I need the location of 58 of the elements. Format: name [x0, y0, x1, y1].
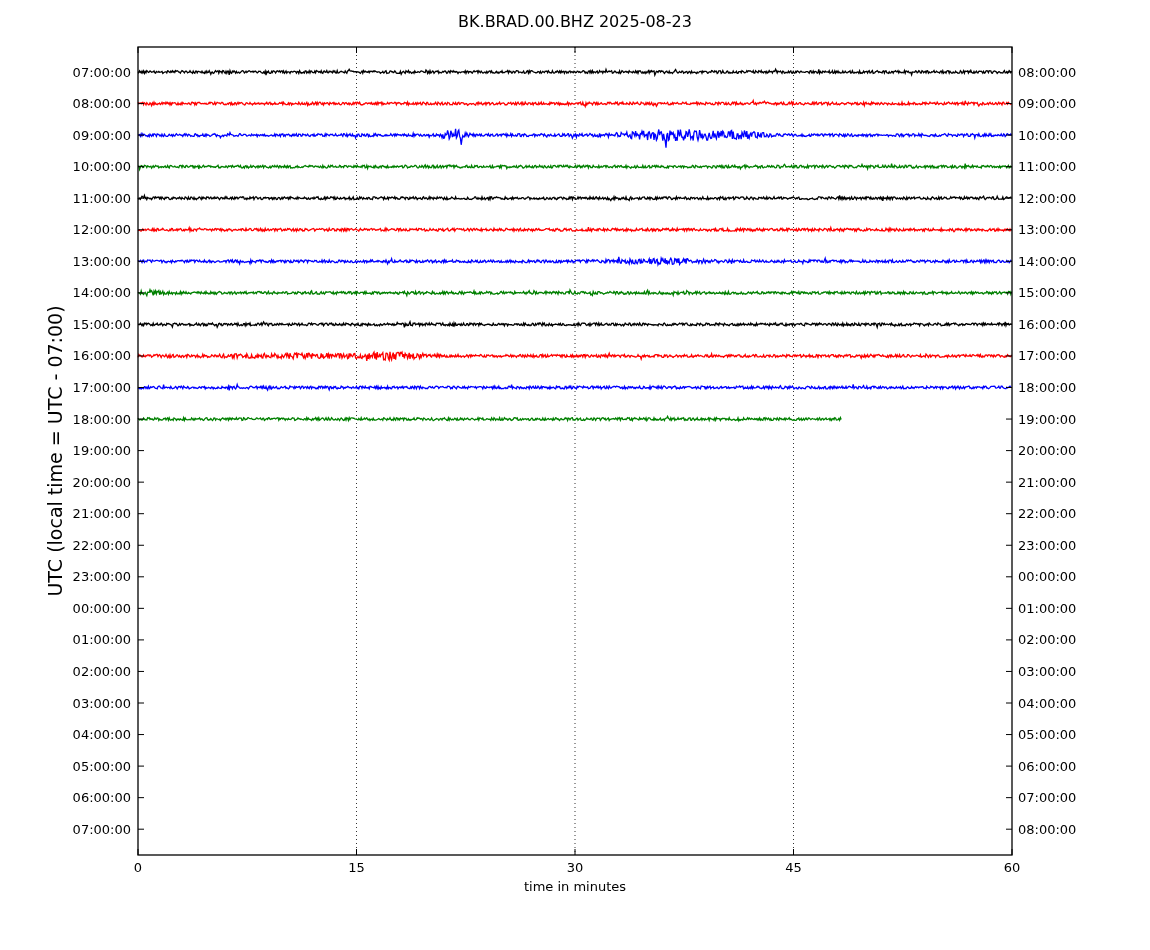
y-axis-title: UTC (local time = UTC - 07:00) [44, 305, 66, 597]
tick-label: 22:00:00 [1018, 506, 1077, 522]
tick-label: 45 [785, 860, 802, 875]
tick-label: 13:00:00 [1018, 222, 1077, 238]
x-axis-title: time in minutes [523, 879, 627, 894]
tick-label: 05:00:00 [72, 758, 131, 774]
chart-title: BK.BRAD.00.BHZ 2025-08-23 [458, 12, 692, 31]
tick-label: 18:00:00 [72, 411, 131, 427]
tick-label: 12:00:00 [1018, 190, 1077, 206]
tick-label: 07:00:00 [72, 64, 131, 80]
tick-label: 12:00:00 [72, 222, 131, 238]
tick-label: 00:00:00 [72, 600, 131, 616]
tick-label: 04:00:00 [72, 727, 131, 743]
tick-label: 15 [348, 860, 365, 875]
tick-label: 05:00:00 [1018, 727, 1077, 743]
tick-label: 17:00:00 [72, 380, 131, 395]
tick-label: 08:00:00 [1018, 64, 1077, 80]
tick-label: 15:00:00 [72, 316, 131, 332]
tick-label: 20:00:00 [1018, 443, 1077, 459]
tick-label: 08:00:00 [1018, 821, 1077, 837]
tick-label: 01:00:00 [72, 632, 131, 648]
tick-label: 30 [566, 860, 584, 875]
tick-label: 60 [1003, 860, 1021, 875]
tick-label: 09:00:00 [72, 127, 131, 143]
tick-label: 01:00:00 [1018, 600, 1077, 616]
tick-label: 00:00:00 [1018, 569, 1077, 585]
tick-label: 16:00:00 [1018, 316, 1077, 332]
tick-label: 16:00:00 [72, 348, 131, 364]
tick-label: 08:00:00 [72, 96, 131, 112]
tick-label: 18:00:00 [1018, 380, 1077, 395]
tick-label: 23:00:00 [72, 569, 131, 585]
tick-label: 17:00:00 [1018, 348, 1077, 364]
tick-label: 07:00:00 [72, 821, 131, 837]
tick-label: 02:00:00 [1018, 632, 1077, 648]
tick-label: 21:00:00 [72, 506, 131, 522]
tick-label: 09:00:00 [1018, 96, 1077, 112]
tick-label: 19:00:00 [1018, 411, 1077, 427]
tick-label: 15:00:00 [1018, 285, 1077, 301]
tick-label: 02:00:00 [72, 663, 131, 679]
tick-label: 14:00:00 [1018, 253, 1077, 269]
tick-label: 11:00:00 [1018, 159, 1077, 175]
tick-label: 11:00:00 [72, 190, 131, 206]
tick-label: 21:00:00 [1018, 474, 1077, 490]
tick-label: 0 [133, 860, 143, 875]
tick-label: 06:00:00 [1018, 758, 1077, 774]
tick-label: 23:00:00 [1018, 537, 1077, 553]
tick-label: 03:00:00 [72, 695, 131, 711]
tick-label: 22:00:00 [72, 537, 131, 553]
tick-label: 10:00:00 [72, 159, 131, 175]
tick-label: 20:00:00 [72, 474, 131, 490]
tick-label: 13:00:00 [72, 253, 131, 269]
tick-label: 10:00:00 [1018, 127, 1077, 143]
tick-label: 04:00:00 [1018, 695, 1077, 711]
tick-label: 03:00:00 [1018, 663, 1077, 679]
tick-label: 06:00:00 [72, 790, 131, 806]
tick-label: 07:00:00 [1018, 790, 1077, 806]
tick-label: 19:00:00 [72, 443, 131, 459]
tick-label: 14:00:00 [72, 285, 131, 301]
